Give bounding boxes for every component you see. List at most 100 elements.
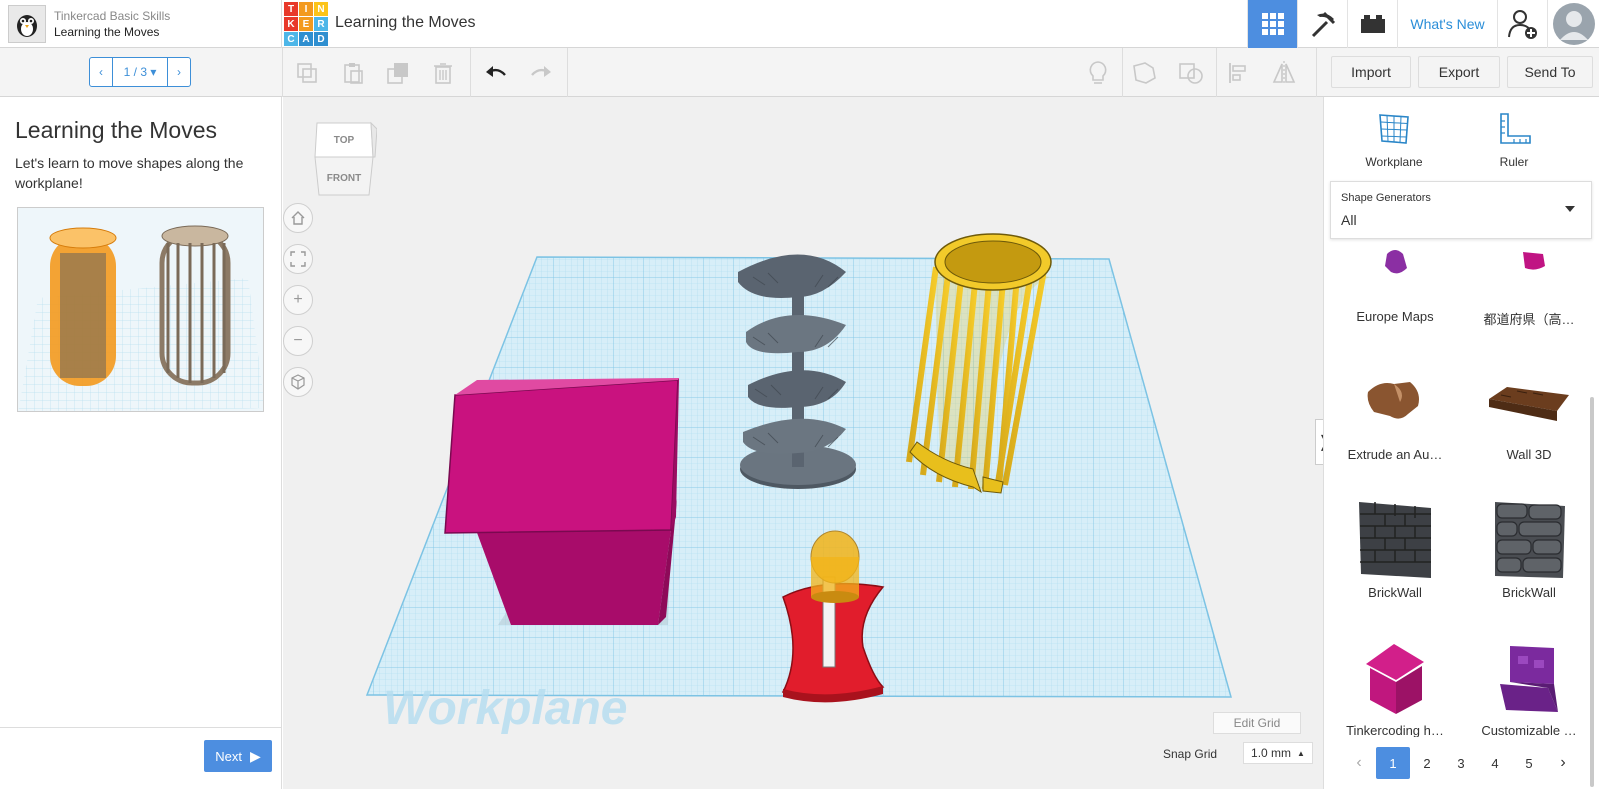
shape-tile[interactable]: Tinkercoding h… [1330,633,1460,737]
toolbar-divider [282,48,283,97]
view-cube-top: TOP [334,135,355,146]
shapes-pagination: ‹ 1 2 3 4 5 › [1324,737,1599,789]
lesson-description: Let's learn to move shapes along the wor… [15,155,244,191]
prev-page-button[interactable]: ‹ [1342,747,1376,779]
plus-icon: + [293,291,303,308]
next-button[interactable]: Next ▶ [204,740,272,772]
toolbar-divider [470,48,471,97]
export-button[interactable]: Export [1418,56,1500,88]
home-view-button[interactable] [283,203,313,233]
ungroup-button[interactable] [1173,56,1209,90]
pager-step-select[interactable]: 1 / 3 ▾ [112,58,168,86]
shapes-grid: Europe Maps 都道府県（高… Extrude an Au… Wall … [1324,247,1599,737]
logo-letter: I [299,2,313,16]
pager-next-button[interactable]: › [168,58,190,86]
shape-tile[interactable]: Wall 3D [1464,357,1594,462]
page-button[interactable]: 1 [1376,747,1410,779]
page-button[interactable]: 2 [1410,747,1444,779]
caret-up-icon: ▲ [1297,748,1305,758]
minus-icon: − [293,332,303,349]
align-button[interactable] [1221,56,1257,90]
wall-3d-thumbnail [1489,387,1569,421]
page-button[interactable]: 3 [1444,747,1478,779]
ruler-tool[interactable]: Ruler [1464,109,1564,169]
cube-icon [291,374,305,390]
next-page-button[interactable]: › [1546,747,1580,779]
grid-icon [1261,13,1284,35]
brick-icon [1360,15,1385,33]
import-button[interactable]: Import [1331,56,1411,88]
brick-view-button[interactable] [1347,0,1397,48]
copy-button[interactable] [289,56,325,90]
prefectures-thumbnail [1523,252,1545,270]
extrude-thumbnail [1367,382,1419,419]
tinkercad-app: Tinkercad Basic Skills Learning the Move… [0,0,1599,789]
lesson-name: Learning the Moves [54,25,160,39]
shape-generators-value: All [1341,212,1357,228]
top-nav: What's New [1247,0,1599,48]
shape-tile[interactable]: BrickWall [1464,495,1594,600]
lesson-panel: Learning the Moves Let's learn to move s… [0,97,282,789]
shape-name: 都道府県（高… [1483,312,1575,327]
edit-grid-button[interactable]: Edit Grid [1213,712,1301,734]
snap-grid-label: Snap Grid [1163,747,1218,761]
paste-icon [344,63,363,84]
zoom-in-button[interactable]: + [283,285,313,315]
workplane-canvas[interactable]: Workplane TOP FRONT + − Edit Grid Snap G… [283,97,1323,789]
send-to-button[interactable]: Send To [1507,56,1593,88]
duplicate-button[interactable] [380,56,416,90]
lesson-preview-image [17,207,264,412]
lesson-pager: ‹ 1 / 3 ▾ › [89,57,191,87]
shape-tile[interactable]: 都道府県（高… [1464,247,1594,328]
workplane-tool[interactable]: Workplane [1344,109,1444,169]
logo-letter: T [284,2,298,16]
add-user-icon [1507,10,1537,39]
lesson-footer: Next ▶ [0,727,282,789]
logo-letter: E [299,17,313,31]
mirror-button[interactable] [1266,56,1302,90]
page-button[interactable]: 5 [1512,747,1546,779]
toolbar-divider [1316,48,1317,97]
tinkercad-logo[interactable]: TIN KER CAD [284,2,328,46]
top-bar: Tinkercad Basic Skills Learning the Move… [0,0,1599,48]
shape-tile[interactable]: BrickWall [1330,495,1460,600]
toolbar-divider [1216,48,1217,97]
snap-grid-value: 1.0 mm [1251,746,1292,760]
shapes-panel: Workplane Ruler Shape Generators All Eur… [1323,97,1599,789]
paste-button[interactable] [335,56,371,90]
user-avatar-button[interactable] [1547,0,1599,48]
user-avatar-icon [1552,3,1595,45]
lightbulb-icon [1089,61,1107,84]
shapes-scrollbar[interactable] [1590,397,1594,787]
view-cube[interactable]: TOP FRONT [311,119,378,206]
perspective-toggle-button[interactable] [283,367,313,397]
zoom-out-button[interactable]: − [283,326,313,356]
whats-new-link[interactable]: What's New [1397,0,1497,48]
undo-button[interactable] [478,56,514,90]
shape-tile[interactable]: Customizable … [1464,633,1594,737]
delete-button[interactable] [425,56,461,90]
lesson-header: Tinkercad Basic Skills Learning the Move… [0,0,282,48]
fit-view-button[interactable] [283,244,313,274]
invite-user-button[interactable] [1497,0,1547,48]
fit-view-icon [290,251,306,267]
mirror-icon [1272,61,1296,85]
pager-prev-button[interactable]: ‹ [90,58,112,86]
design-title[interactable]: Learning the Moves [335,14,476,32]
shape-generators-select[interactable]: Shape Generators All [1330,181,1592,239]
group-button[interactable] [1127,56,1163,90]
shape-tile[interactable]: Europe Maps [1330,247,1460,324]
3d-design-view-button[interactable] [1247,0,1297,48]
duplicate-icon [387,63,408,84]
toolbar-divider [1122,48,1123,97]
lesson-title: Learning the Moves [15,117,218,143]
shape-name: Wall 3D [1506,447,1552,462]
europe-maps-thumbnail [1385,250,1407,274]
toolbar: ‹ 1 / 3 ▾ › Import Export Send To [0,48,1599,97]
shape-tile[interactable]: Extrude an Au… [1330,357,1460,462]
redo-button[interactable] [523,56,559,90]
minecraft-view-button[interactable] [1297,0,1347,48]
notes-button[interactable] [1080,56,1116,90]
snap-grid-select[interactable]: 1.0 mm ▲ [1243,742,1313,764]
page-button[interactable]: 4 [1478,747,1512,779]
